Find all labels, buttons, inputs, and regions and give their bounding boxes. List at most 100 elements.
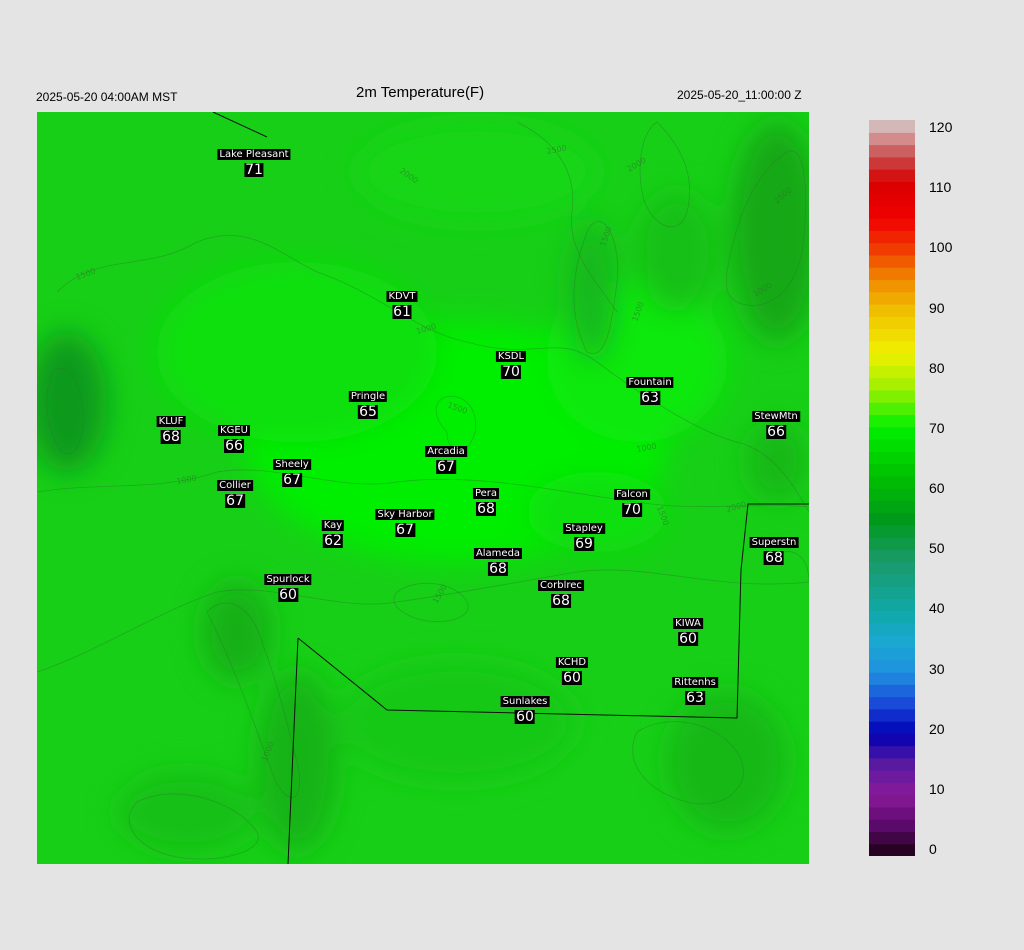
colorbar-step xyxy=(869,451,915,465)
colorbar-tick-label: 90 xyxy=(929,299,945,316)
colorbar-step xyxy=(869,353,915,366)
station-label: Kay 62 xyxy=(321,516,345,549)
temperature-map: 1500 2000 2500 1000 1500 2000 1000 1500 … xyxy=(37,112,809,864)
station-label: Sunlakes 60 xyxy=(500,692,550,724)
station-temperature: 67 xyxy=(395,522,415,538)
station-temperature: 70 xyxy=(622,502,642,518)
colorbar-step xyxy=(869,144,915,158)
station-label: Sheely 67 xyxy=(273,455,311,487)
station-temperature: 66 xyxy=(766,424,786,440)
colorbar-step xyxy=(869,156,915,170)
station-label: Superstn 68 xyxy=(749,533,799,565)
colorbar-step xyxy=(869,794,915,808)
station-name: Sky Harbor xyxy=(375,509,435,520)
station-name: Lake Pleasant xyxy=(217,149,291,160)
station-name: KIWA xyxy=(673,618,703,629)
station-label: Collier 67 xyxy=(217,476,253,508)
colorbar-step xyxy=(869,267,915,281)
station-temperature: 68 xyxy=(551,593,571,609)
station-name: Arcadia xyxy=(425,446,467,457)
colorbar-step xyxy=(869,169,915,182)
station-label: KLUF 68 xyxy=(156,412,186,444)
station-label: Pringle 65 xyxy=(348,387,388,420)
colorbar-step xyxy=(869,819,915,833)
station-name: Rittenhs xyxy=(672,677,718,688)
colorbar-step xyxy=(869,132,915,146)
colorbar-tick-label: 40 xyxy=(929,600,945,617)
colorbar-step xyxy=(869,463,915,477)
colorbar-step xyxy=(869,696,915,710)
colorbar-step xyxy=(869,672,915,685)
station-name: KDVT xyxy=(386,291,418,302)
station-name: KLUF xyxy=(156,416,186,427)
station-temperature: 60 xyxy=(562,670,582,686)
colorbar-step xyxy=(869,230,915,244)
colorbar-step xyxy=(869,757,915,771)
map-title: 2m Temperature(F) xyxy=(356,84,485,101)
colorbar-tick-label: 70 xyxy=(929,419,945,436)
colorbar-step xyxy=(869,316,915,330)
colorbar-step xyxy=(869,843,915,856)
colorbar-step xyxy=(869,708,915,722)
colorbar-step xyxy=(869,537,915,550)
colorbar-step xyxy=(869,831,915,845)
station-name: KSDL xyxy=(495,351,527,362)
colorbar-tick-label: 0 xyxy=(929,841,937,857)
colorbar-step xyxy=(869,242,915,256)
colorbar-step xyxy=(869,475,915,489)
station-name: Collier xyxy=(217,480,253,491)
colorbar-step xyxy=(869,745,915,759)
colorbar-step xyxy=(869,365,915,379)
station-name: Kay xyxy=(321,520,345,531)
station-temperature: 60 xyxy=(278,587,298,603)
colorbar-step xyxy=(869,512,915,526)
colorbar-step xyxy=(869,205,915,219)
colorbar-step xyxy=(869,598,915,612)
colorbar-tick-label: 20 xyxy=(929,720,945,737)
station-label: KCHD 60 xyxy=(555,653,589,686)
station-temperature: 63 xyxy=(685,690,705,706)
station-label: KDVT 61 xyxy=(386,287,418,320)
colorbar-step xyxy=(869,279,915,293)
colorbar-step xyxy=(869,426,915,440)
station-label: Spurlock 60 xyxy=(264,570,312,603)
station-label: Rittenhs 63 xyxy=(672,673,718,705)
station-label: KGEU 66 xyxy=(218,421,250,453)
station-temperature: 67 xyxy=(282,472,302,488)
colorbar-step xyxy=(869,561,915,575)
colorbar-step xyxy=(869,782,915,796)
colorbar-step xyxy=(869,218,915,231)
colorbar-tick-label: 60 xyxy=(929,480,945,496)
colorbar-step xyxy=(869,402,915,415)
station-name: KCHD xyxy=(555,657,589,668)
station-temperature: 61 xyxy=(392,304,412,320)
station-temperature: 67 xyxy=(436,459,456,475)
colorbar-step xyxy=(869,328,915,342)
station-label: KIWA 60 xyxy=(673,614,703,646)
station-name: Sunlakes xyxy=(500,696,550,707)
colorbar-step xyxy=(869,120,915,133)
station-label: Alameda 68 xyxy=(473,544,523,576)
station-temperature: 62 xyxy=(323,533,343,549)
colorbar-step xyxy=(869,377,915,391)
colorbar-step xyxy=(869,304,915,317)
colorbar-tick-label: 10 xyxy=(929,780,945,797)
station-temperature: 67 xyxy=(225,493,245,509)
station-name: StewMtn xyxy=(752,411,800,422)
colorbar-step xyxy=(869,291,915,305)
station-label: Lake Pleasant 71 xyxy=(217,145,291,178)
colorbar-step xyxy=(869,414,915,428)
colorbar-step xyxy=(869,549,915,563)
colorbar-tick-label: 100 xyxy=(929,239,953,256)
colorbar-step xyxy=(869,610,915,624)
station-name: KGEU xyxy=(218,425,250,436)
colorbar-step xyxy=(869,806,915,820)
station-name: Corblrec xyxy=(538,580,584,591)
colorbar-step xyxy=(869,181,915,195)
station-temperature: 71 xyxy=(244,162,264,178)
colorbar-step xyxy=(869,500,915,514)
station-temperature: 65 xyxy=(358,404,378,420)
station-label: Stapley 69 xyxy=(563,519,605,551)
colorbar-tick-label: 50 xyxy=(929,540,945,557)
colorbar-step xyxy=(869,340,915,354)
